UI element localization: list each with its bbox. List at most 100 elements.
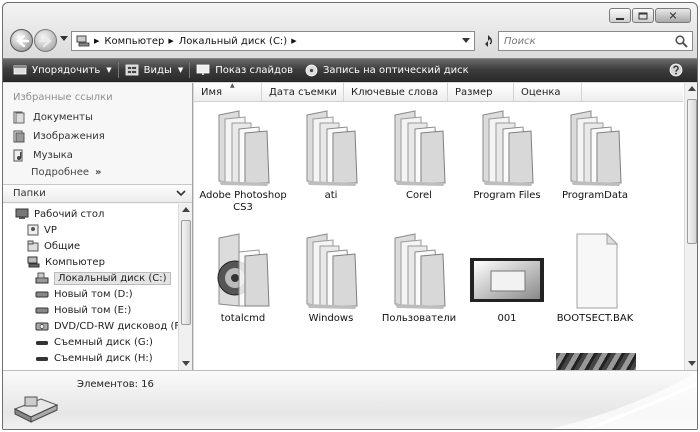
computer-icon <box>76 35 90 47</box>
file-name: 001 <box>497 313 517 324</box>
slideshow-button[interactable]: Показ слайдов <box>190 59 299 81</box>
address-bar[interactable]: ▶ Компьютер ▶ Локальный диск (C:) ▶ <box>71 31 475 51</box>
address-row: ▶ Компьютер ▶ Локальный диск (C:) ▶ <box>9 28 693 54</box>
chevron-down-icon[interactable] <box>462 38 470 44</box>
refresh-icon <box>484 35 492 47</box>
system-drive-icon <box>35 272 49 284</box>
file-icon <box>557 230 633 310</box>
folder-icon <box>205 107 281 187</box>
folders-header[interactable]: Папки <box>3 184 192 203</box>
folder-icon <box>381 107 457 187</box>
file-name: totalcmd <box>220 313 266 324</box>
breadcrumb-local-disk[interactable]: Локальный диск (C:) <box>179 36 288 47</box>
slideshow-icon <box>196 64 210 75</box>
folder-item[interactable]: Adobe Photoshop CS3 <box>197 107 289 217</box>
drive-icon <box>35 291 49 298</box>
tree-item-public[interactable]: Общие <box>27 238 80 254</box>
tree-item-volume-d[interactable]: Новый том (D:) <box>35 286 133 302</box>
refresh-button[interactable] <box>479 31 496 51</box>
maximize-button[interactable] <box>632 8 654 23</box>
file-name: BOOTSECT.BAK <box>556 313 634 324</box>
file-name: Program Files <box>473 190 541 201</box>
column-size[interactable]: Размер <box>448 83 514 102</box>
breadcrumb-separator-icon[interactable]: ▶ <box>291 37 296 45</box>
forward-button[interactable] <box>34 29 57 52</box>
slideshow-label: Показ слайдов <box>215 64 293 76</box>
favorite-documents[interactable]: Документы <box>13 109 93 125</box>
tree-item-desktop[interactable]: Рабочий стол <box>15 206 104 222</box>
tree-item-removable-g[interactable]: Съемный диск (G:) <box>35 334 153 350</box>
folder-item[interactable]: Windows <box>285 230 377 340</box>
file-item[interactable]: 001 <box>461 230 553 340</box>
command-bar: Упорядочить ▼ Виды ▼ Показ слайдов Запис… <box>3 58 697 82</box>
tree-item-volume-e[interactable]: Новый том (E:) <box>35 302 131 318</box>
dvd-drive-icon <box>35 322 49 331</box>
scroll-down-icon[interactable] <box>182 361 190 367</box>
decorative-swoosh <box>551 372 697 429</box>
views-button[interactable]: Виды ▼ <box>119 59 190 81</box>
minimize-button[interactable] <box>609 8 631 23</box>
double-chevron-right-icon: » <box>95 167 102 178</box>
chevron-down-icon: ▼ <box>106 66 112 74</box>
breadcrumb-separator-icon[interactable]: ▶ <box>168 37 173 45</box>
tree-item-dvd-f[interactable]: DVD/CD-RW дисковод (F:) <box>35 318 178 334</box>
help-button[interactable] <box>663 59 689 81</box>
scroll-up-icon[interactable] <box>182 207 190 213</box>
folder-item[interactable]: ProgramData <box>549 107 641 217</box>
chevron-down-icon[interactable] <box>176 188 186 198</box>
search-icon[interactable] <box>675 35 688 48</box>
folder-item[interactable]: totalcmd <box>197 230 289 340</box>
favorite-label: Документы <box>33 111 93 123</box>
folder-tree: Рабочий стол VP Общие Компьютер Локальны… <box>3 204 178 370</box>
shared-folder-icon <box>27 240 39 252</box>
column-date-taken[interactable]: Дата съемки <box>262 83 344 102</box>
back-button[interactable] <box>10 29 33 52</box>
folders-title: Папки <box>13 188 46 199</box>
minimize-icon <box>616 17 624 20</box>
tree-item-computer[interactable]: Компьютер <box>27 254 105 270</box>
removable-drive-icon <box>36 341 48 345</box>
folder-icon <box>293 230 369 310</box>
folder-tree-scrollbar[interactable] <box>178 204 192 370</box>
folder-item[interactable]: Program Files <box>461 107 553 217</box>
column-keywords[interactable]: Ключевые слова <box>344 83 448 102</box>
scrollbar-thumb[interactable] <box>687 99 697 244</box>
favorite-music[interactable]: Музыка <box>13 147 73 163</box>
scrollbar-thumb[interactable] <box>181 220 191 325</box>
sort-ascending-icon: ▲ <box>230 82 235 89</box>
favorite-pictures[interactable]: Изображения <box>13 128 105 144</box>
file-item[interactable]: BOOTSECT.BAK <box>549 230 641 340</box>
close-button[interactable]: ✕ <box>655 8 691 23</box>
scroll-up-icon[interactable] <box>688 86 696 92</box>
recent-pages-icon[interactable] <box>60 36 68 42</box>
column-name[interactable]: ▲ Имя <box>194 82 262 102</box>
column-rating[interactable]: Оценка <box>514 83 582 102</box>
file-name: Пользователи <box>381 313 457 324</box>
folder-icon <box>381 230 457 310</box>
burn-disc-button[interactable]: Запись на оптический диск <box>299 59 475 81</box>
folder-item[interactable]: Corel <box>373 107 465 217</box>
tree-item-local-disk-c[interactable]: Локальный диск (C:) <box>35 270 171 286</box>
file-name: Windows <box>308 313 354 324</box>
folder-item[interactable]: Пользователи <box>373 230 465 340</box>
file-list-scrollbar[interactable] <box>684 83 697 370</box>
breadcrumb-computer[interactable]: Компьютер <box>104 36 164 47</box>
organize-button[interactable]: Упорядочить ▼ <box>3 59 118 81</box>
favorite-label: Музыка <box>33 149 73 161</box>
folder-icon <box>557 107 633 187</box>
folder-item[interactable]: ati <box>285 107 377 217</box>
tree-item-user[interactable]: VP <box>27 222 57 238</box>
search-input[interactable] <box>499 32 669 50</box>
breadcrumb-separator-icon[interactable]: ▶ <box>94 37 99 45</box>
tree-item-removable-h[interactable]: Съемный диск (H:) <box>35 350 153 366</box>
caption-buttons: ✕ <box>609 8 691 23</box>
folder-icon <box>293 107 369 187</box>
computer-icon <box>27 256 40 268</box>
folder-icon <box>205 230 281 310</box>
partial-image-thumbnail[interactable] <box>556 353 636 370</box>
favorites-more-link[interactable]: Подробнее » <box>31 167 102 178</box>
file-list-pane: ▲ Имя Дата съемки Ключевые слова Размер … <box>194 82 697 370</box>
scroll-down-icon[interactable] <box>688 361 696 367</box>
file-name: ProgramData <box>561 190 629 201</box>
file-name: Adobe Photoshop CS3 <box>199 190 287 213</box>
